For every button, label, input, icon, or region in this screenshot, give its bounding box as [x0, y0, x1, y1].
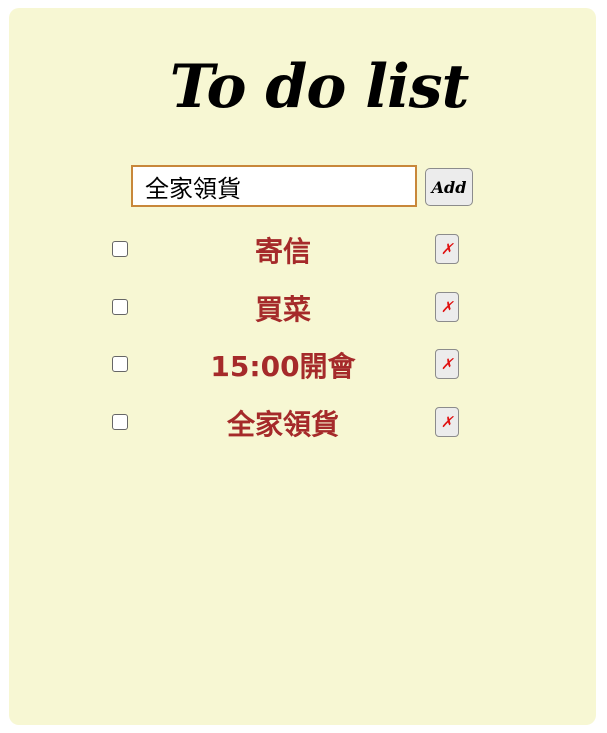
todo-text: 全家領貨	[226, 407, 339, 441]
delete-button[interactable]: ✗	[435, 406, 459, 437]
todo-item: 買菜 ✗	[9, 286, 596, 344]
todo-checkbox[interactable]	[112, 241, 128, 257]
todo-text: 15:00開會	[210, 350, 356, 383]
add-button[interactable]: Add	[425, 168, 473, 206]
todo-text: 寄信	[254, 235, 311, 268]
delete-button[interactable]: ✗	[435, 234, 459, 264]
todo-checkbox[interactable]	[112, 298, 128, 315]
delete-button[interactable]: ✗	[435, 349, 459, 379]
todo-list: 寄信 ✗ 買菜 ✗ 15:00開會 ✗ 全家領貨 ✗	[9, 228, 596, 458]
todo-item: 15:00開會 ✗	[9, 343, 596, 401]
todo-checkbox[interactable]	[112, 356, 128, 372]
todo-text: 買菜	[254, 292, 311, 326]
todo-item: 寄信 ✗	[9, 228, 596, 286]
todo-checkbox[interactable]	[112, 413, 128, 430]
page-title: To do list	[169, 52, 470, 122]
todo-card: To do list Add 寄信 ✗ 買菜 ✗ 15:00開會 ✗ 全家領貨 …	[9, 8, 596, 725]
todo-item: 全家領貨 ✗	[9, 401, 596, 459]
delete-button[interactable]: ✗	[435, 291, 459, 322]
todo-input[interactable]	[131, 165, 417, 207]
